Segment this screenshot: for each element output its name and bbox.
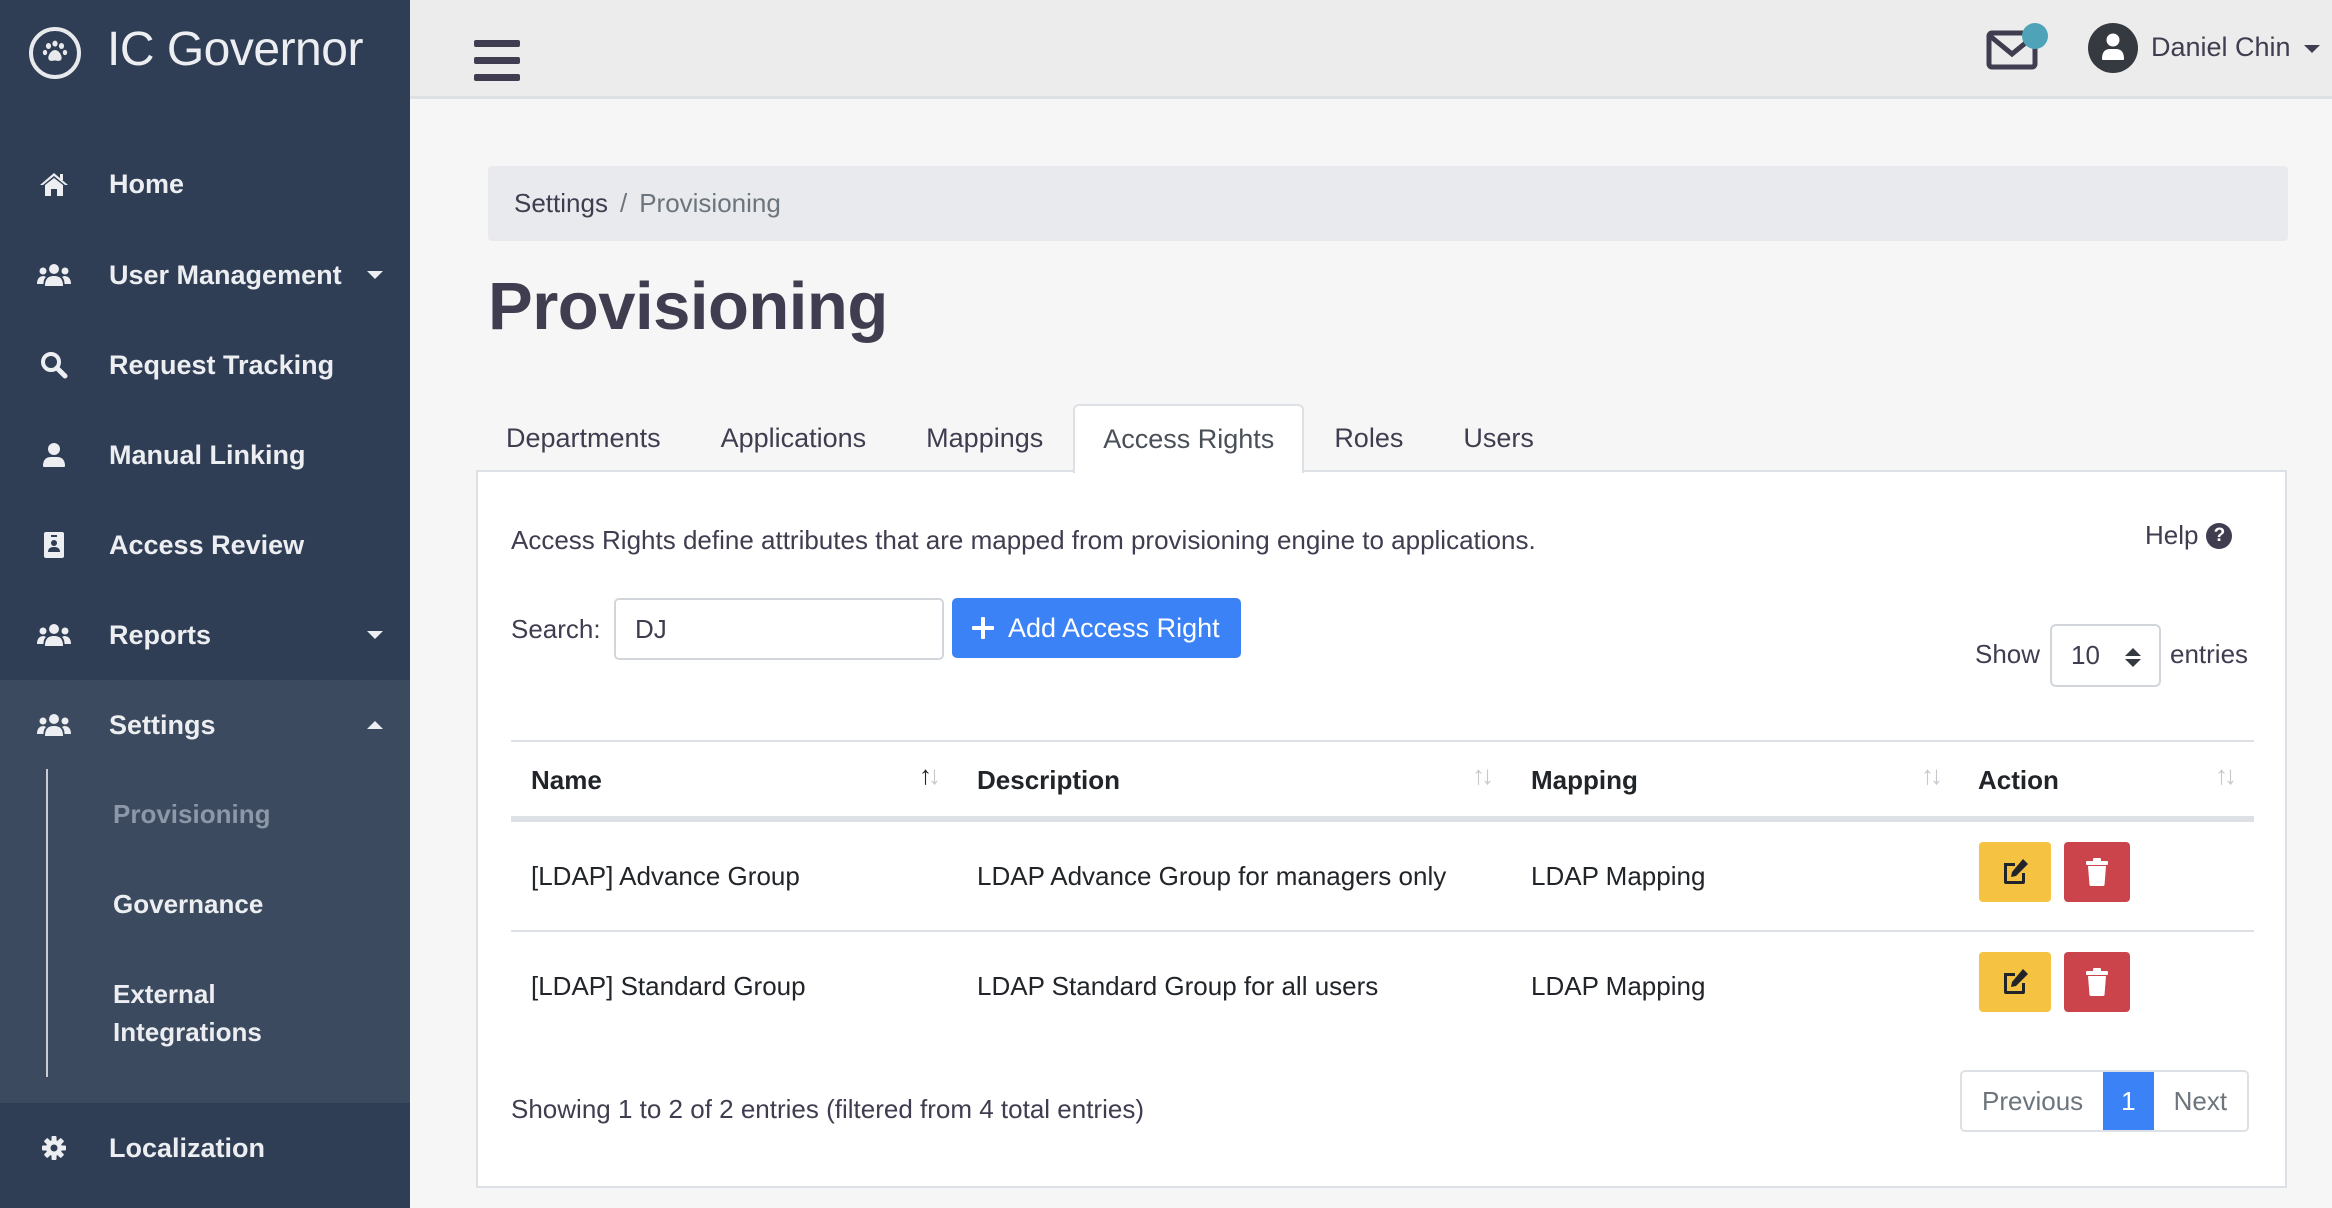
tab-bar: Departments Applications Mappings Access…	[476, 404, 1564, 473]
hamburger-icon[interactable]	[474, 40, 520, 81]
sort-icon[interactable]: ↑↓	[1921, 760, 1943, 791]
page-size-select[interactable]: 10	[2050, 624, 2161, 687]
breadcrumb-separator: /	[619, 188, 628, 218]
sidebar-item-label: Manual Linking	[109, 439, 306, 470]
plus-icon	[972, 617, 994, 639]
add-button-label: Add Access Right	[1008, 612, 1220, 643]
edit-button[interactable]	[1979, 842, 2051, 902]
help-label: Help	[2145, 520, 2199, 550]
sidebar-item-request-tracking[interactable]: Request Tracking	[0, 320, 410, 410]
page-size-value: 10	[2071, 640, 2100, 670]
cell-name: [LDAP] Advance Group	[531, 860, 800, 891]
sidebar-item-access-review[interactable]: Access Review	[0, 500, 410, 590]
sidebar-item-reports[interactable]: Reports	[0, 590, 410, 680]
notification-badge	[2022, 23, 2048, 49]
delete-button[interactable]	[2064, 842, 2130, 902]
tab-roles[interactable]: Roles	[1304, 404, 1433, 471]
id-badge-icon	[36, 527, 72, 563]
sidebar-item-label: Access Review	[109, 529, 305, 560]
edit-icon	[2004, 859, 2028, 884]
gear-icon	[36, 1130, 72, 1166]
table-row: [LDAP] Standard Group LDAP Standard Grou…	[511, 932, 2254, 1042]
sort-icon[interactable]: ↑↓	[1472, 760, 1494, 791]
access-rights-table: Name ↑↓ Description ↑↓ Mapping ↑↓ Action…	[511, 740, 2254, 1042]
tab-users[interactable]: Users	[1433, 404, 1564, 471]
question-circle-icon: ?	[2206, 522, 2233, 549]
sort-icon[interactable]: ↑↓	[919, 760, 941, 791]
sidebar-item-home[interactable]: Home	[0, 139, 410, 229]
breadcrumb: Settings / Provisioning	[488, 166, 2288, 241]
sidebar-item-label: User Management	[109, 259, 342, 290]
sidebar-item-label: Reports	[109, 619, 212, 650]
tab-applications[interactable]: Applications	[691, 404, 897, 471]
sidebar-item-localization[interactable]: Localization	[0, 1103, 410, 1193]
sidebar-item-user-management[interactable]: User Management	[0, 230, 410, 320]
topbar: Daniel Chin	[410, 0, 2332, 99]
users-icon	[36, 617, 72, 653]
brand[interactable]: IC Governor	[0, 0, 410, 100]
sort-icon[interactable]: ↑↓	[2215, 760, 2237, 791]
cell-description: LDAP Advance Group for managers only	[977, 860, 1447, 891]
users-icon	[36, 257, 72, 293]
sidebar-subitem-external-integrations[interactable]: External Integrations	[113, 975, 293, 1051]
show-label: Show	[1975, 639, 2041, 669]
delete-button[interactable]	[2064, 952, 2130, 1012]
chevron-up-icon	[367, 721, 383, 729]
entries-label: entries	[2170, 639, 2249, 669]
avatar[interactable]	[2088, 23, 2138, 73]
trash-icon	[2086, 968, 2108, 996]
search-input[interactable]	[614, 598, 944, 660]
cell-name: [LDAP] Standard Group	[531, 970, 806, 1001]
trash-icon	[2086, 858, 2108, 886]
cell-mapping: LDAP Mapping	[1531, 860, 1706, 891]
app-title: IC Governor	[107, 23, 363, 76]
sidebar-subitem-governance[interactable]: Governance	[113, 885, 263, 923]
table-row: [LDAP] Advance Group LDAP Advance Group …	[511, 822, 2254, 932]
sidebar-item-manual-linking[interactable]: Manual Linking	[0, 410, 410, 500]
pagination-next[interactable]: Next	[2153, 1072, 2248, 1130]
breadcrumb-settings[interactable]: Settings	[514, 188, 608, 219]
column-header-description[interactable]: Description	[977, 742, 1120, 818]
tab-mappings[interactable]: Mappings	[896, 404, 1073, 471]
users-icon	[36, 707, 72, 743]
cell-mapping: LDAP Mapping	[1531, 970, 1706, 1001]
submenu-guide-line	[46, 769, 48, 1077]
home-icon	[36, 166, 72, 202]
column-header-action[interactable]: Action	[1978, 742, 2059, 818]
column-header-mapping[interactable]: Mapping	[1531, 742, 1638, 818]
search-icon	[36, 347, 72, 383]
pagination-page-1[interactable]: 1	[2103, 1072, 2154, 1130]
sidebar-item-label: Localization	[109, 1132, 266, 1163]
user-name[interactable]: Daniel Chin	[2151, 32, 2291, 63]
user-icon	[36, 437, 72, 473]
pagination-previous[interactable]: Previous	[1962, 1072, 2104, 1130]
sidebar-item-label: Settings	[109, 709, 216, 740]
tab-access-rights[interactable]: Access Rights	[1073, 404, 1305, 473]
search-label: Search:	[511, 614, 601, 644]
help-link[interactable]: Help ?	[2145, 520, 2233, 551]
pagination: Previous 1 Next	[1960, 1070, 2250, 1132]
sort-select-icon	[2125, 648, 2141, 667]
sidebar-item-settings[interactable]: Settings	[0, 680, 410, 770]
sidebar: IC Governor Home User Management Request…	[0, 0, 410, 1208]
tab-departments[interactable]: Departments	[476, 404, 691, 471]
edit-icon	[2004, 969, 2028, 994]
edit-button[interactable]	[1979, 952, 2051, 1012]
table-info: Showing 1 to 2 of 2 entries (filtered fr…	[511, 1094, 1144, 1124]
sidebar-item-label: Home	[109, 168, 185, 199]
page-title: Provisioning	[488, 269, 888, 344]
paw-icon	[29, 27, 81, 79]
column-header-name[interactable]: Name	[531, 742, 602, 818]
chevron-down-icon[interactable]	[2304, 45, 2320, 53]
cell-description: LDAP Standard Group for all users	[977, 970, 1379, 1001]
add-access-right-button[interactable]: Add Access Right	[952, 598, 1241, 658]
table-header: Name ↑↓ Description ↑↓ Mapping ↑↓ Action…	[511, 740, 2254, 822]
chevron-down-icon	[367, 271, 383, 279]
chevron-down-icon	[367, 631, 383, 639]
sidebar-item-label: Request Tracking	[109, 349, 335, 380]
breadcrumb-provisioning: Provisioning	[639, 188, 781, 218]
tab-panel: Access Rights define attributes that are…	[476, 470, 2287, 1188]
sidebar-subitem-provisioning[interactable]: Provisioning	[113, 795, 270, 833]
panel-description: Access Rights define attributes that are…	[511, 525, 1536, 555]
